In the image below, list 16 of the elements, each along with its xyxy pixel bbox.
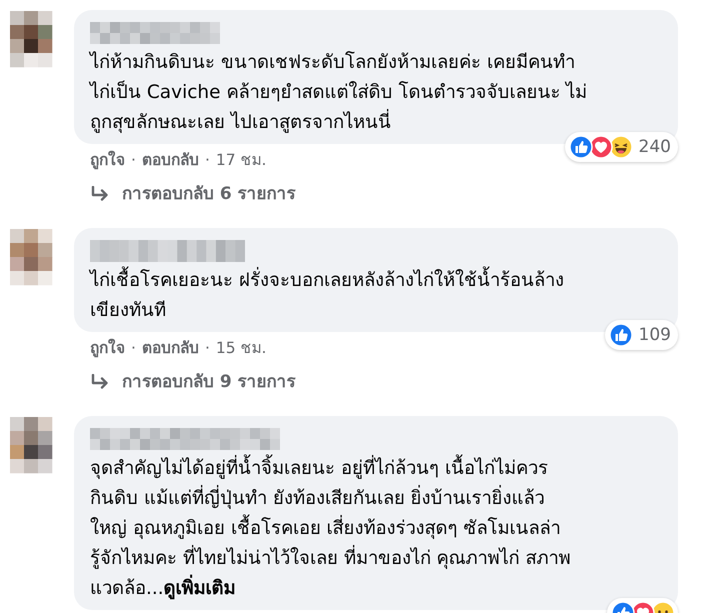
comment-time[interactable]: 15 ชม. xyxy=(216,336,266,360)
separator-dot: · xyxy=(204,338,210,359)
action-link[interactable]: ตอบกลับ xyxy=(142,336,199,360)
comment-text: จุดสำคัญไม่ได้อยู่ที่น้ำจิ้มเลยนะ อยู่ที่ไก่ล้วนๆ เนื้อไก่ไม่ควร กินดิบ แม้แต่ที่ญี่ปุ่นทำ ยังท้องเสียกันเลย ยิ่งบ้านเรายิ่งแล้ว ใหญ่ อุณหภูมิเอย เชื้อโรคเอย เสี่ยงท้องร่วงสุดๆ ซัลโมเนลล่า รู้จักไหมคะ ที่ไทยไม่น่าไว้ใจเลย ที่มาของไก่ คุณภาพไก่ สภาพ แวดล้อ...ดูเพิ่มเติม xyxy=(90,454,664,604)
separator-dot: · xyxy=(131,338,136,359)
view-replies-link[interactable]: การตอบกลับ 9 รายการ xyxy=(74,370,678,394)
view-replies-link[interactable]: การตอบกลับ 6 รายการ xyxy=(74,182,678,206)
separator-dot: · xyxy=(204,150,210,171)
comment-time[interactable]: 17 ชม. xyxy=(216,148,266,172)
action-link[interactable]: ตอบกลับ xyxy=(142,148,199,172)
comment-text: ไก่ห้ามกินดิบนะ ขนาดเชฟระดับโลกยังห้ามเลยค่ะ เคยมีคนทำ ไก่เป็น Caviche คล้ายๆยำสดแต่ใส่ดิบ โดนตำรวจจับเลยนะ ไม่ ถูกสุขลักษณะเลย ไปเอาสูตรจากไหนนี่ xyxy=(90,50,588,135)
action-link[interactable]: ถูกใจ xyxy=(90,336,125,360)
reaction-badge[interactable]: 240 xyxy=(564,132,678,162)
reaction-badge[interactable]: 109 xyxy=(604,320,678,350)
action-link[interactable]: ถูกใจ xyxy=(90,148,125,172)
separator-dot: · xyxy=(131,150,136,171)
